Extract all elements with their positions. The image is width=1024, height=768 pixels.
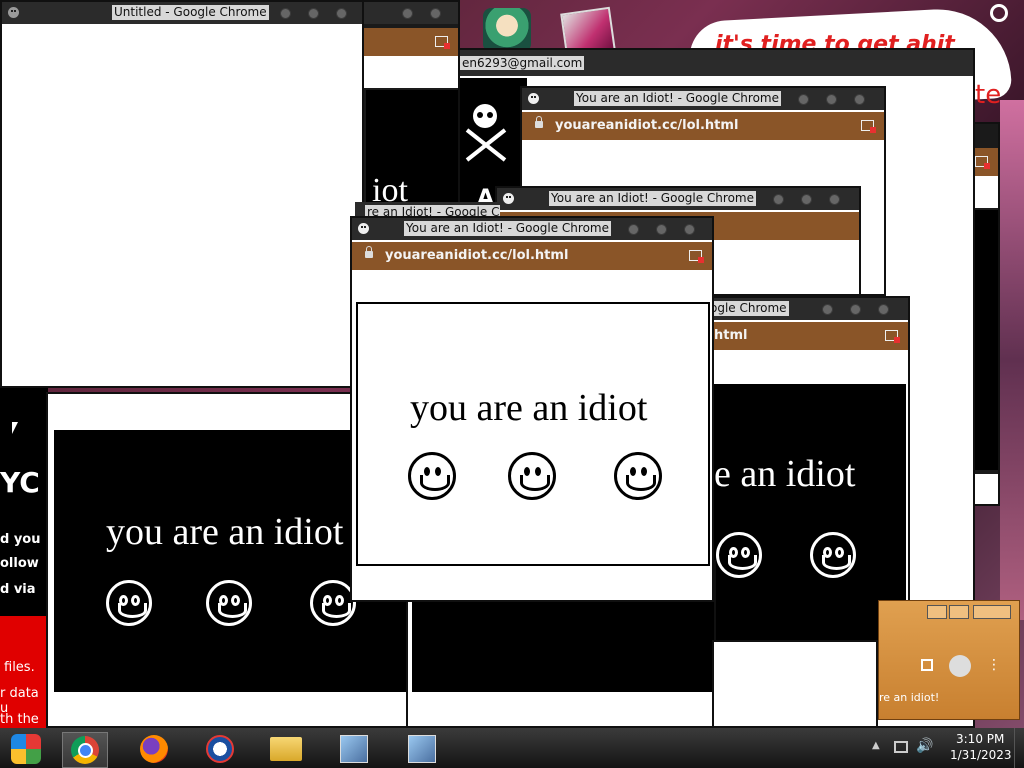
close-button[interactable]: [878, 304, 889, 315]
partial-red-line-1: files.: [4, 660, 35, 675]
close-button[interactable]: [829, 194, 840, 205]
wallpaper-gear-icon: [990, 4, 1008, 22]
maximize-button[interactable]: [850, 304, 861, 315]
url-text[interactable]: youareanidiot.cc/lol.html: [385, 248, 568, 263]
start-orb-icon[interactable]: [6, 732, 46, 766]
wallpaper-text-2: te: [975, 80, 1002, 110]
lock-icon: [535, 116, 543, 128]
window-title: You are an Idiot! - Google Chrome: [404, 221, 611, 236]
chrome-icon[interactable]: [62, 732, 108, 768]
minimize-button[interactable]: [927, 605, 947, 619]
show-desktop-button[interactable]: [1014, 728, 1024, 768]
tab-search-icon[interactable]: [885, 330, 900, 343]
lock-icon: [365, 246, 373, 258]
profile-icon[interactable]: [949, 655, 971, 677]
address-bar[interactable]: [362, 28, 458, 56]
close-button[interactable]: [336, 8, 347, 19]
smiley-icon: [614, 452, 662, 500]
skull-crossbones-icon: [465, 100, 507, 162]
page-content: you are an idiot: [356, 302, 710, 566]
smiley-icon: [810, 532, 856, 578]
smiley-icon: [206, 580, 252, 626]
smiley-favicon: [358, 223, 369, 234]
partial-line-2: ollow: [0, 556, 39, 571]
smiley-favicon: [503, 193, 514, 204]
window-title: Untitled - Google Chrome: [112, 5, 269, 20]
tab-search-icon[interactable]: [689, 250, 704, 263]
minimize-button[interactable]: [822, 304, 833, 315]
smiley-favicon: [528, 93, 539, 104]
small-window-text: re an idiot!: [879, 691, 940, 704]
close-button[interactable]: [973, 605, 1011, 619]
tab-search-icon[interactable]: [435, 36, 450, 49]
window-untitled[interactable]: Untitled - Google Chrome: [0, 0, 364, 388]
url-text[interactable]: youareanidiot.cc/lol.html: [555, 118, 738, 133]
minimize-button[interactable]: [773, 194, 784, 205]
maximize-button[interactable]: [801, 194, 812, 205]
idiot-message: you are an idiot: [410, 387, 648, 429]
close-button[interactable]: [684, 224, 695, 235]
installer-icon-2[interactable]: [402, 732, 442, 766]
smiley-icon: [508, 452, 556, 500]
maximize-button[interactable]: [656, 224, 667, 235]
menu-icon[interactable]: ⋮: [987, 657, 1001, 673]
minimize-button[interactable]: [628, 224, 639, 235]
address-bar[interactable]: youareanidiot.cc/lol.html: [522, 112, 884, 140]
minimize-button[interactable]: [798, 94, 809, 105]
taskbar: ▲ 🔊 3:10 PM 1/31/2023: [0, 728, 1024, 768]
maximize-button[interactable]: [308, 8, 319, 19]
window-title: ogle Chrome: [708, 301, 789, 316]
mouse-cursor-icon: [12, 422, 18, 434]
clock-time[interactable]: 3:10 PM: [956, 732, 1004, 746]
partial-heading: YC: [0, 466, 40, 499]
title-bar[interactable]: You are an Idiot! - Google Chrome: [352, 218, 712, 240]
title-bar[interactable]: You are an Idiot! - Google Chrome: [522, 88, 884, 110]
window-small[interactable]: ⋮ re an idiot!: [878, 600, 1020, 720]
left-partial-page: YC d you ollow d via files. r data u th …: [0, 388, 48, 742]
smiley-icon: [408, 452, 456, 500]
account-email: en6293@gmail.com: [460, 56, 585, 70]
desktop-icon-santa-app[interactable]: [483, 8, 531, 52]
window-bottom-middle-2[interactable]: [712, 640, 878, 728]
address-bar[interactable]: youareanidiot.cc/lol.html: [352, 242, 712, 270]
opera-icon[interactable]: [200, 732, 240, 766]
window-main[interactable]: You are an Idiot! - Google Chrome youare…: [350, 216, 714, 602]
close-button[interactable]: [854, 94, 865, 105]
file-explorer-icon[interactable]: [266, 732, 306, 766]
volume-icon[interactable]: 🔊: [916, 738, 933, 754]
clock-date[interactable]: 1/31/2023: [950, 748, 1012, 762]
minimize-button[interactable]: [280, 8, 291, 19]
smiley-icon: [106, 580, 152, 626]
tab-search-icon[interactable]: [975, 156, 990, 169]
wallpaper-pink-edge: [1000, 100, 1024, 620]
firefox-icon[interactable]: [134, 732, 174, 766]
title-bar[interactable]: [362, 2, 458, 24]
window-icon: [8, 7, 19, 18]
installer-icon[interactable]: [334, 732, 374, 766]
window-title: You are an Idiot! - Google Chrome: [549, 191, 756, 206]
idiot-message: e an idiot: [714, 453, 856, 495]
partial-line-3: d via: [0, 582, 36, 597]
network-icon[interactable]: [894, 741, 908, 753]
tab-search-icon[interactable]: [861, 120, 876, 133]
smiley-icon: [716, 532, 762, 578]
sidebar-icon[interactable]: [921, 659, 933, 671]
idiot-message: you are an idiot: [106, 511, 344, 553]
maximize-button[interactable]: [826, 94, 837, 105]
maximize-button[interactable]: [949, 605, 969, 619]
tray-chevron-icon[interactable]: ▲: [872, 740, 880, 751]
partial-line-1: d you: [0, 532, 41, 547]
window-title: You are an Idiot! - Google Chrome: [574, 91, 781, 106]
window-behind-left[interactable]: iot: [360, 0, 460, 215]
title-bar[interactable]: You are an Idiot! - Google Chrome: [497, 188, 859, 210]
url-text[interactable]: html: [714, 328, 747, 343]
title-bar[interactable]: Untitled - Google Chrome: [2, 2, 362, 24]
